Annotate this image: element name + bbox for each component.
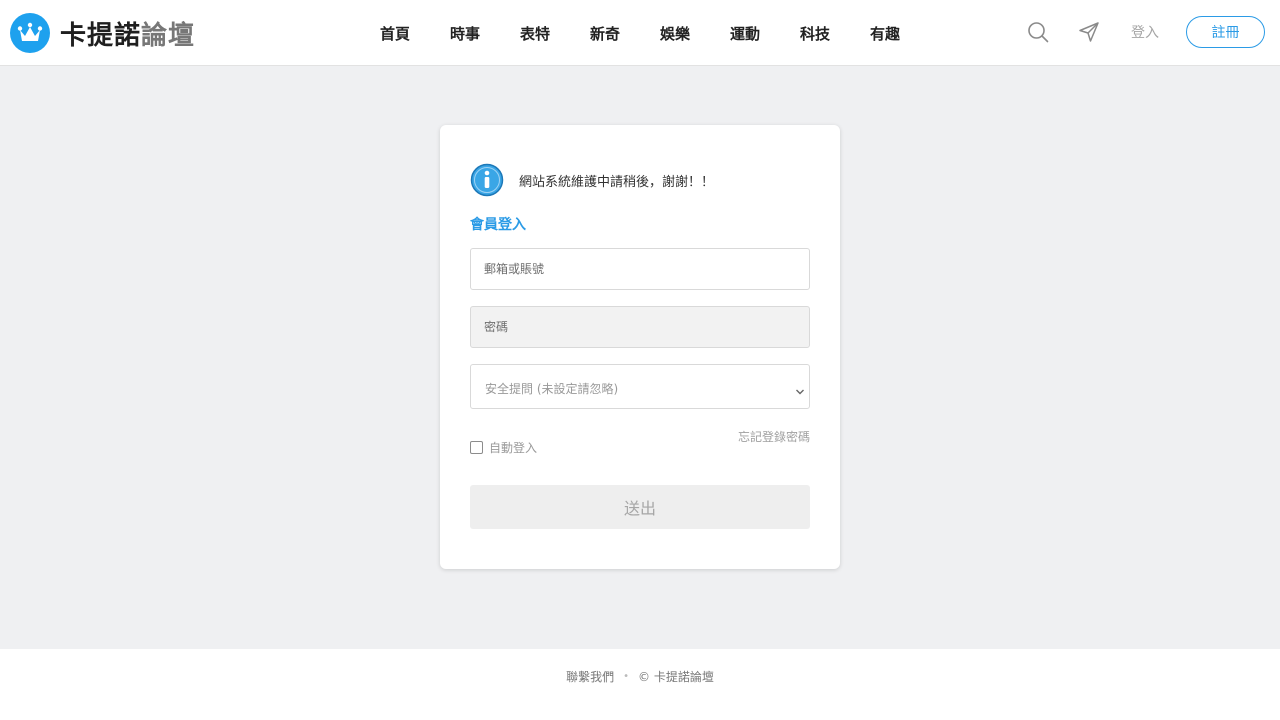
chevron-down-icon <box>795 382 805 395</box>
remember-me[interactable]: 自動登入 <box>470 439 537 456</box>
logo-text: 卡提諾論壇 <box>60 15 195 52</box>
contact-link[interactable]: 聯繫我們 <box>566 668 614 685</box>
search-icon[interactable] <box>1026 20 1050 44</box>
nav-item-novelty[interactable]: 新奇 <box>570 23 640 44</box>
security-question-value: 安全提問 (未設定請忽略) <box>485 382 619 396</box>
footer-separator: • <box>623 671 630 682</box>
maintenance-notice: 網站系統維護中請稍後，謝謝！！ <box>470 163 714 197</box>
copyright-text: © 卡提諾論壇 <box>638 670 714 684</box>
submit-button[interactable]: 送出 <box>470 485 810 529</box>
email-field[interactable] <box>470 248 810 290</box>
footer-links: 聯繫我們 • © 卡提諾論壇 <box>0 668 1280 685</box>
nav-item-entertainment[interactable]: 娛樂 <box>640 23 710 44</box>
send-icon[interactable] <box>1078 21 1100 43</box>
info-icon <box>470 163 504 197</box>
nav-item-sports[interactable]: 運動 <box>710 23 780 44</box>
site-logo[interactable]: 卡提諾論壇 <box>10 12 195 54</box>
login-link[interactable]: 登入 <box>1124 22 1166 42</box>
main-nav: 首頁 時事 表特 新奇 娛樂 運動 科技 有趣 <box>360 0 920 66</box>
nav-item-home[interactable]: 首頁 <box>360 23 430 44</box>
forgot-password-link[interactable]: 忘記登錄密碼 <box>738 428 810 445</box>
notice-text: 網站系統維護中請稍後，謝謝！！ <box>519 174 715 190</box>
security-question-select[interactable]: 安全提問 (未設定請忽略) <box>470 364 810 409</box>
remember-me-checkbox[interactable] <box>470 441 483 454</box>
logo-text-bold: 卡提諾 <box>60 20 142 51</box>
nav-item-tech[interactable]: 科技 <box>780 23 850 44</box>
site-footer: 聯繫我們 • © 卡提諾論壇 <box>0 649 1280 720</box>
remember-me-label: 自動登入 <box>489 441 538 455</box>
password-field[interactable] <box>470 306 810 348</box>
login-card: 網站系統維護中請稍後，謝謝！！ 會員登入 安全提問 (未設定請忽略) 忘記登錄密… <box>440 125 840 569</box>
nav-item-beauty[interactable]: 表特 <box>500 23 570 44</box>
main-content: 網站系統維護中請稍後，謝謝！！ 會員登入 安全提問 (未設定請忽略) 忘記登錄密… <box>0 66 1280 649</box>
form-title: 會員登入 <box>470 217 526 233</box>
nav-item-news[interactable]: 時事 <box>430 23 500 44</box>
site-header: 卡提諾論壇 首頁 時事 表特 新奇 娛樂 運動 科技 有趣 登入 註冊 <box>0 0 1280 66</box>
register-button[interactable]: 註冊 <box>1186 16 1265 48</box>
nav-item-fun[interactable]: 有趣 <box>850 23 920 44</box>
crown-icon <box>10 13 50 53</box>
logo-text-light: 論壇 <box>141 20 196 51</box>
